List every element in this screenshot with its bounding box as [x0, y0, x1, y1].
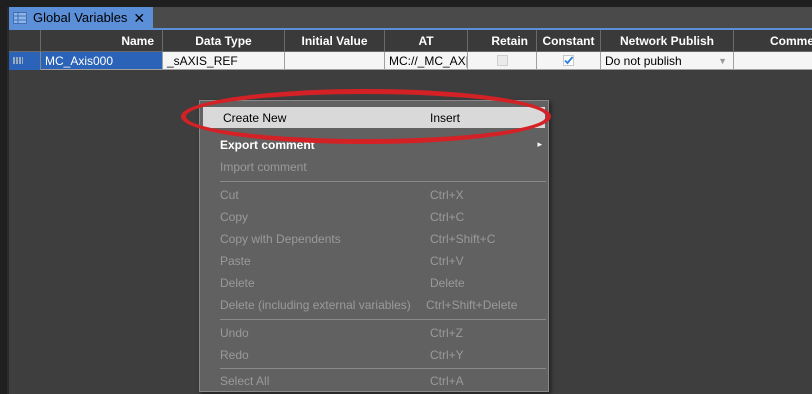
menu-item-undo[interactable]: Undo Ctrl+Z: [200, 322, 548, 343]
menu-item-label: Paste: [220, 253, 251, 268]
menu-item-label: Import comment: [220, 159, 307, 174]
menu-item-label: Create New: [223, 110, 287, 125]
variables-table-icon: [13, 11, 27, 24]
column-header-at[interactable]: AT: [385, 30, 468, 52]
cell-constant: [537, 52, 601, 70]
menu-item-label: Delete (including external variables): [220, 297, 411, 312]
constant-checkbox[interactable]: [563, 55, 574, 66]
tab-global-variables[interactable]: Global Variables ✕: [9, 7, 153, 28]
network-publish-value: Do not publish: [605, 53, 682, 68]
column-header-network-publish[interactable]: Network Publish: [601, 30, 734, 52]
menu-item-label: Cut: [220, 187, 239, 202]
menu-item-label: Export comment: [220, 137, 315, 152]
dropdown-arrow-icon[interactable]: ▼: [718, 56, 727, 66]
menu-item-shortcut: Ctrl+Y: [430, 347, 464, 362]
menu-item-create-new[interactable]: Create New Insert: [203, 107, 545, 128]
cell-retain: [468, 52, 537, 70]
column-header-constant[interactable]: Constant: [537, 30, 601, 52]
cell-at[interactable]: MC://_MC_AX|: [385, 52, 468, 70]
cell-initial-value[interactable]: [285, 52, 385, 70]
context-menu: Create New Insert Export comment ▸ Impor…: [199, 100, 549, 392]
menu-separator: [220, 319, 546, 320]
menu-separator: [220, 368, 546, 369]
menu-item-cut[interactable]: Cut Ctrl+X: [200, 184, 548, 205]
column-header-comment-label: Comment: [770, 33, 812, 48]
column-header-comment[interactable]: Comment: [734, 30, 812, 52]
menu-item-label: Copy: [220, 209, 249, 224]
tab-title: Global Variables: [33, 10, 128, 25]
menu-item-shortcut: Ctrl+V: [430, 253, 464, 268]
menu-item-shortcut: Ctrl+Z: [430, 325, 463, 340]
menu-item-shortcut: Ctrl+X: [430, 187, 464, 202]
menu-item-import-comment[interactable]: Import comment: [200, 156, 548, 177]
cell-data-type[interactable]: _sAXIS_REF: [163, 52, 285, 70]
cell-network-publish[interactable]: Do not publish ▼: [601, 52, 734, 70]
menu-item-copy-with-dependents[interactable]: Copy with Dependents Ctrl+Shift+C: [200, 228, 548, 249]
close-icon[interactable]: ✕: [133, 11, 145, 25]
menu-item-label: Undo: [220, 325, 249, 340]
row-header-corner: [9, 30, 41, 52]
menu-item-shortcut: Ctrl+A: [430, 373, 464, 388]
menu-item-export-comment[interactable]: Export comment ▸: [200, 134, 548, 155]
menu-item-paste[interactable]: Paste Ctrl+V: [200, 250, 548, 271]
menu-item-redo[interactable]: Redo Ctrl+Y: [200, 344, 548, 365]
menu-item-delete[interactable]: Delete Delete: [200, 272, 548, 293]
cell-comment[interactable]: [734, 52, 812, 70]
retain-checkbox[interactable]: [496, 55, 508, 66]
menu-item-delete-including-external[interactable]: Delete (including external variables) Ct…: [200, 294, 548, 315]
menu-separator: [220, 181, 546, 182]
menu-item-shortcut: Ctrl+C: [430, 209, 465, 224]
column-header-name[interactable]: Name: [41, 30, 163, 52]
menu-item-label: Select All: [220, 373, 270, 388]
row-grip-icon: [13, 57, 23, 64]
menu-item-shortcut: Delete: [430, 275, 465, 290]
menu-item-shortcut: Ctrl+Shift+C: [430, 231, 496, 246]
menu-item-shortcut: Ctrl+Shift+Delete: [426, 297, 518, 312]
menu-item-label: Copy with Dependents: [220, 231, 341, 246]
menu-item-shortcut: Insert: [430, 110, 461, 125]
column-header-retain[interactable]: Retain: [468, 30, 537, 52]
menu-item-label: Delete: [220, 275, 255, 290]
tab-bar: Global Variables ✕: [9, 7, 812, 30]
menu-item-select-all[interactable]: Select All Ctrl+A: [200, 370, 548, 391]
checkmark-icon: [564, 56, 574, 65]
column-header-data-type[interactable]: Data Type: [163, 30, 285, 52]
submenu-arrow-icon: ▸: [537, 139, 542, 149]
column-header-initial-value[interactable]: Initial Value: [285, 30, 385, 52]
row-header[interactable]: [9, 52, 41, 70]
cell-name[interactable]: MC_Axis000: [41, 52, 163, 70]
menu-item-label: Redo: [220, 347, 249, 362]
menu-item-copy[interactable]: Copy Ctrl+C: [200, 206, 548, 227]
